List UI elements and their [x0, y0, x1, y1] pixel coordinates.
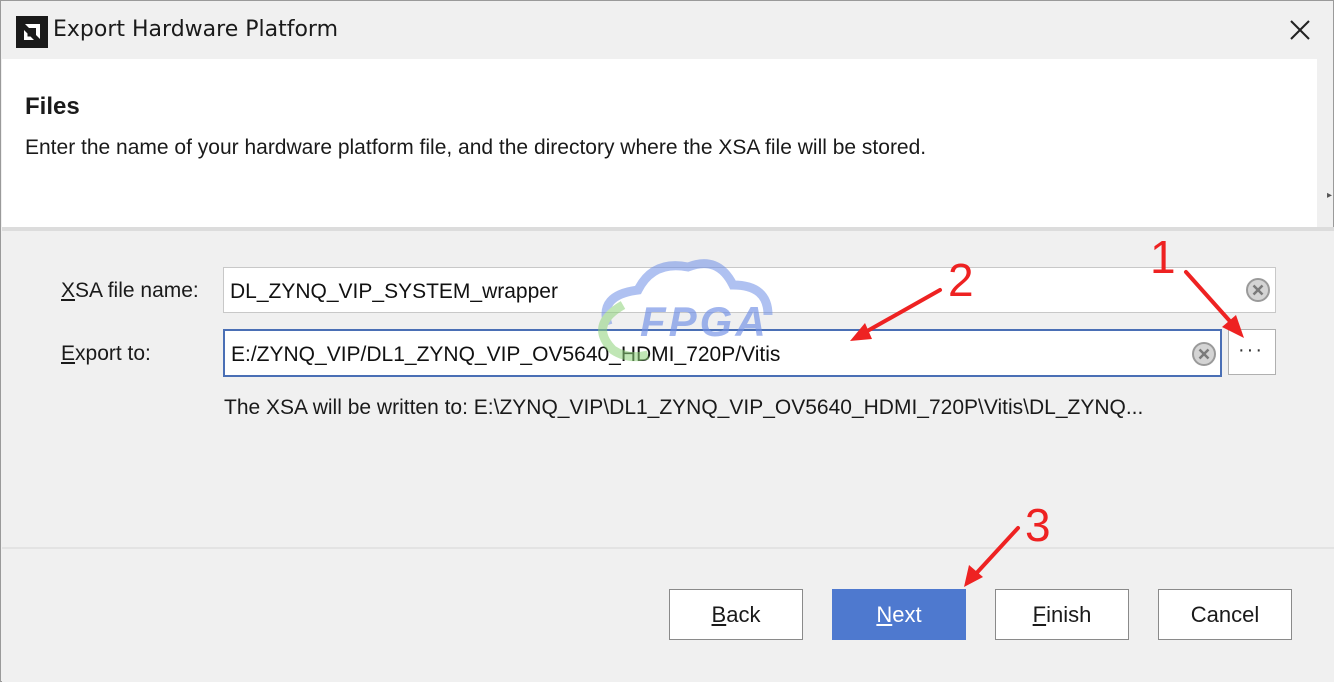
page-header: Files Enter the name of your hardware pl… — [2, 59, 1317, 227]
finish-button[interactable]: Finish — [995, 589, 1129, 640]
title-bar: Export Hardware Platform — [1, 1, 1333, 59]
export-to-input[interactable]: E:/ZYNQ_VIP/DL1_ZYNQ_VIP_OV5640_HDMI_720… — [223, 329, 1222, 377]
export-to-label: Export to: — [61, 342, 151, 365]
page-description: Enter the name of your hardware platform… — [25, 136, 927, 159]
close-icon[interactable] — [1285, 15, 1315, 45]
scroll-indicator-icon: ▸ — [1327, 190, 1333, 201]
clear-export-path-icon[interactable] — [1191, 341, 1217, 367]
output-path-note: The XSA will be written to: E:\ZYNQ_VIP\… — [224, 396, 1144, 419]
browse-button[interactable]: ··· — [1228, 329, 1276, 375]
cancel-button[interactable]: Cancel — [1158, 589, 1292, 640]
button-bar: Back Next Finish Cancel — [2, 549, 1334, 682]
xsa-file-name-label: XSA file name: — [61, 279, 199, 302]
clear-xsa-name-icon[interactable] — [1245, 277, 1271, 303]
window-title: Export Hardware Platform — [53, 17, 339, 42]
ellipsis-icon: ··· — [1238, 339, 1264, 361]
xsa-file-name-value: DL_ZYNQ_VIP_SYSTEM_wrapper — [230, 280, 558, 303]
xsa-file-name-input[interactable]: DL_ZYNQ_VIP_SYSTEM_wrapper — [223, 267, 1276, 313]
export-to-value: E:/ZYNQ_VIP/DL1_ZYNQ_VIP_OV5640_HDMI_720… — [231, 343, 781, 366]
back-button[interactable]: Back — [669, 589, 803, 640]
form-area: XSA file name: DL_ZYNQ_VIP_SYSTEM_wrappe… — [2, 231, 1334, 547]
next-button[interactable]: Next — [832, 589, 966, 640]
amd-logo-icon — [16, 16, 48, 48]
page-title: Files — [25, 93, 80, 120]
export-hardware-platform-dialog: Export Hardware Platform Files Enter the… — [0, 0, 1334, 682]
